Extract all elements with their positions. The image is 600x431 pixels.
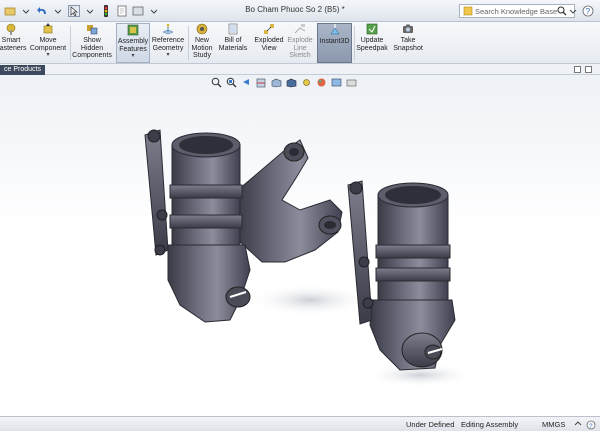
motion-study-icon	[196, 23, 208, 35]
show-hidden-icon	[87, 25, 98, 35]
lower-fork	[167, 244, 251, 323]
maximize-window-icon[interactable]	[585, 66, 592, 73]
ribbon-separator	[70, 26, 71, 60]
instant3d-icon	[330, 24, 339, 35]
bill-of-materials-button[interactable]: Bill of Materials	[218, 23, 248, 63]
reference-geometry-button[interactable]: Reference Geometry ▾	[151, 23, 185, 63]
explode-line-sketch-button[interactable]: Explode Line Sketch	[286, 23, 314, 63]
explode-line-sketch-icon	[294, 24, 306, 34]
update-speedpak-button[interactable]: Update Speedpak	[355, 23, 389, 63]
search-input[interactable]	[475, 5, 565, 17]
shock-absorber-right-assembly[interactable]	[347, 180, 456, 371]
fastener-icon	[6, 23, 16, 35]
knowledge-base-icon	[463, 6, 473, 16]
undo-icon[interactable]	[36, 5, 48, 17]
command-manager-ribbon: Smart Fasteners Move Component ▾ Show Hi…	[0, 22, 600, 64]
chevron-down-icon[interactable]: ▾	[46, 52, 49, 60]
svg-text:?: ?	[589, 423, 593, 430]
search-icon[interactable]	[557, 5, 567, 17]
options-icon[interactable]	[132, 5, 144, 17]
new-motion-study-button[interactable]: New Motion Study	[189, 23, 215, 63]
chevron-down-icon[interactable]	[569, 5, 579, 17]
open-icon[interactable]	[4, 5, 16, 17]
take-snapshot-button[interactable]: Take Snapshot	[391, 23, 425, 63]
damper-collar	[169, 184, 243, 199]
bill-of-materials-label: Bill of Materials	[218, 37, 248, 52]
damper-bore	[179, 136, 233, 154]
show-hidden-label: Show Hidden Components	[72, 37, 112, 59]
status-bar: Under Defined Editing Assembly MMGS ?	[0, 416, 600, 431]
damper-collar	[375, 267, 451, 282]
smart-fasteners-label: Smart Fasteners	[0, 37, 27, 52]
bolt-head	[349, 181, 363, 195]
exploded-view-icon	[264, 24, 274, 34]
status-under-defined: Under Defined	[406, 420, 455, 429]
document-title: Bo Cham Phuoc So 2 (B5) *	[245, 5, 345, 14]
damper-collar	[375, 244, 451, 259]
speedpak-icon	[366, 23, 378, 35]
new-motion-study-label: New Motion Study	[191, 37, 213, 59]
update-speedpak-label: Update Speedpak	[356, 37, 388, 52]
tab-reference-products[interactable]: ce Products	[0, 65, 45, 75]
assembly-features-label: Assembly Features	[117, 38, 149, 53]
file-properties-icon[interactable]	[116, 5, 128, 17]
reference-geometry-icon	[162, 23, 174, 35]
bolt-head	[154, 244, 166, 256]
graphics-area[interactable]	[0, 75, 600, 416]
exploded-view-button[interactable]: Exploded View	[252, 23, 286, 63]
chevron-down-icon[interactable]: ▾	[131, 53, 134, 61]
bracket-hole	[289, 148, 299, 156]
title-bar: Bo Cham Phuoc So 2 (B5) * ?	[0, 0, 600, 22]
chevron-down-icon[interactable]	[52, 5, 64, 17]
chevron-down-icon[interactable]	[20, 5, 32, 17]
damper-bore	[385, 186, 441, 204]
assembly-model-view[interactable]	[0, 75, 600, 416]
explode-line-sketch-label: Explode Line Sketch	[287, 37, 313, 59]
quick-access-toolbar	[4, 4, 160, 18]
damper-collar	[169, 214, 243, 229]
smart-fasteners-button[interactable]: Smart Fasteners	[0, 23, 27, 63]
bolt-head	[156, 209, 168, 221]
bolt-head	[362, 297, 374, 309]
move-component-button[interactable]: Move Component ▾	[28, 23, 68, 63]
help-icon[interactable]: ?	[582, 5, 594, 17]
assembly-features-icon	[127, 24, 139, 36]
cursor-icon[interactable]	[68, 5, 80, 17]
restore-window-icon[interactable]	[574, 66, 581, 73]
chevron-down-icon[interactable]	[84, 5, 96, 17]
reference-geometry-label: Reference Geometry	[151, 37, 185, 52]
status-editing-assembly: Editing Assembly	[461, 420, 519, 429]
take-snapshot-label: Take Snapshot	[393, 37, 423, 52]
move-component-icon	[43, 23, 53, 34]
help-icon[interactable]: ?	[586, 420, 596, 431]
feature-manager-tab-strip: ce Products	[0, 64, 600, 75]
link-arm	[144, 129, 169, 256]
move-component-label: Move Component	[29, 37, 67, 52]
chevron-down-icon[interactable]	[148, 5, 160, 17]
ground-shadow	[250, 284, 370, 316]
chevron-down-icon[interactable]: ▾	[166, 52, 169, 60]
bracket-hole	[324, 221, 336, 229]
traffic-light-icon[interactable]	[100, 5, 112, 17]
instant3d-label: Instant3D	[319, 38, 350, 45]
camera-icon	[403, 24, 413, 33]
bolt-head	[147, 129, 161, 143]
status-units[interactable]: MMGS	[542, 420, 565, 429]
status-units-chevron-icon[interactable]	[574, 420, 582, 430]
axle-eye	[225, 286, 251, 308]
exploded-view-label: Exploded View	[254, 37, 284, 52]
show-hidden-components-button[interactable]: Show Hidden Components	[72, 23, 112, 63]
assembly-features-button[interactable]: Assembly Features ▾	[116, 23, 150, 63]
bill-of-materials-icon	[228, 23, 238, 35]
instant3d-button[interactable]: Instant3D	[317, 23, 352, 63]
bolt-head	[358, 256, 370, 268]
svg-text:?: ?	[586, 7, 591, 16]
